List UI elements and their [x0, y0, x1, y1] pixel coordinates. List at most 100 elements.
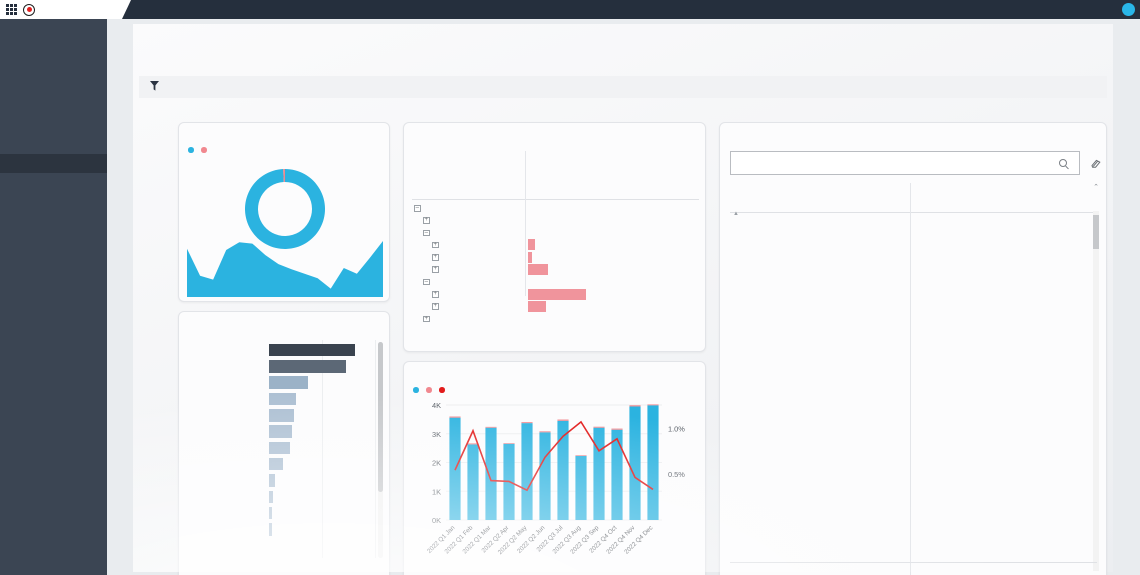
expand-icon[interactable]: + [432, 291, 439, 298]
filters-bar[interactable] [139, 76, 1107, 98]
value-change-row[interactable] [179, 342, 391, 358]
trend-bar-valid[interactable] [539, 432, 551, 520]
value-change-row[interactable] [179, 521, 391, 537]
collapse-icon[interactable]: – [423, 278, 430, 286]
table-row[interactable]: – [404, 227, 707, 239]
table-row[interactable]: – [404, 202, 707, 214]
inline-bar [528, 288, 586, 300]
value-change-bar[interactable] [269, 360, 346, 373]
table-row[interactable]: + [404, 214, 707, 226]
value-change-row[interactable] [179, 358, 391, 374]
value-change-bar[interactable] [269, 376, 309, 389]
trend-bar-invalidated[interactable] [557, 419, 569, 421]
expand-icon[interactable]: + [423, 217, 430, 224]
expand-icon[interactable]: + [432, 266, 439, 273]
sort-ascending-icon[interactable]: ▲ [733, 211, 739, 217]
divider [412, 199, 699, 200]
trend-line-pct-invalidated[interactable] [454, 420, 654, 492]
sidebar-item-process-duration-insights[interactable] [0, 115, 107, 134]
table-row[interactable]: + [404, 300, 707, 312]
value-change-row[interactable] [179, 456, 391, 472]
trend-bar-valid[interactable] [485, 427, 497, 520]
trend-bar-invalidated[interactable] [539, 431, 551, 433]
value-change-bar[interactable] [269, 474, 276, 487]
ftr-legend [188, 147, 209, 153]
trend-bar-invalidated[interactable] [593, 426, 605, 428]
value-change-bar[interactable] [269, 506, 272, 520]
value-change-bar[interactable] [269, 392, 296, 406]
y-tick-right: 0.5% [668, 470, 685, 479]
value-change-row[interactable] [179, 423, 391, 439]
value-change-row[interactable] [179, 440, 391, 456]
y-tick-left: 1K [432, 487, 441, 496]
trend-bar-invalidated[interactable] [629, 405, 641, 407]
sidebar-item-first-time-right[interactable] [0, 154, 107, 174]
sidebar-item-ap-process[interactable] [0, 77, 107, 96]
trend-bar-invalidated[interactable] [503, 443, 515, 444]
search-input[interactable] [731, 157, 1059, 169]
trend-bar-invalidated[interactable] [575, 455, 587, 456]
value-change-x-axis [269, 558, 375, 559]
value-change-bar[interactable] [269, 490, 273, 504]
sidebar-item-automation-insights[interactable] [0, 96, 107, 115]
magnifier-icon[interactable] [1059, 159, 1067, 167]
top-bar [0, 0, 1140, 19]
value-change-scrollbar[interactable] [378, 342, 383, 558]
value-change-bar[interactable] [269, 425, 292, 438]
scroll-up-icon[interactable]: ⌃ [1093, 183, 1099, 191]
value-change-row[interactable] [179, 505, 391, 521]
trend-bar-valid[interactable] [647, 405, 659, 520]
supplier-total-row [720, 564, 1108, 575]
expand-icon[interactable]: + [423, 315, 430, 323]
analytics-dashboard: – + – + + + – + + + 0K 1K 2K 3K 4K 1.0% 0.5% 2022 Q1 Jan… [0, 0, 1140, 575]
sidebar-item-process-task-handler[interactable] [0, 135, 107, 154]
value-change-bar[interactable] [269, 409, 295, 422]
trend-bar-valid[interactable] [575, 455, 587, 520]
grid-menu-icon[interactable] [6, 4, 17, 15]
trend-bar-valid[interactable] [593, 427, 605, 520]
inline-bar [528, 263, 548, 275]
table-row[interactable]: + [404, 313, 707, 325]
trend-bar-valid[interactable] [611, 429, 623, 520]
trend-bar-invalidated[interactable] [449, 416, 461, 418]
table-row[interactable]: + [404, 239, 707, 251]
value-change-row[interactable] [179, 472, 391, 488]
sidebar-item-overview[interactable] [0, 19, 107, 38]
sidebar-item-straight-through-processing[interactable] [0, 38, 107, 57]
supplier-scrollbar[interactable] [1093, 211, 1099, 571]
search-box[interactable] [730, 151, 1080, 175]
value-change-bar[interactable] [269, 441, 291, 455]
sidebar-item-cashflow[interactable] [0, 58, 107, 77]
trend-chart[interactable]: 0K1K2K3K4K1.0%0.5%2022 Q1 Jan2022 Q1 Feb… [404, 397, 707, 575]
table-row[interactable]: – [404, 276, 707, 288]
record-circle-logo [23, 3, 35, 16]
eraser-icon[interactable] [1090, 156, 1102, 168]
table-row[interactable]: + [404, 251, 707, 263]
value-change-row[interactable] [179, 489, 391, 505]
value-change-bar[interactable] [269, 343, 355, 357]
trend-bar-invalidated[interactable] [647, 404, 659, 406]
trend-bar-valid[interactable] [629, 406, 641, 520]
table-row[interactable]: + [404, 263, 707, 275]
value-change-bar[interactable] [269, 457, 283, 471]
sidebar-item-q-a[interactable] [0, 193, 107, 212]
trend-bar-valid[interactable] [521, 423, 533, 520]
trend-bar-invalidated[interactable] [611, 428, 623, 430]
expand-icon[interactable]: + [432, 303, 439, 310]
value-change-row[interactable] [179, 391, 391, 407]
trend-bar-invalidated[interactable] [485, 426, 497, 428]
table-row[interactable] [404, 325, 707, 337]
avatar[interactable] [1122, 3, 1135, 16]
sidebar-item-completed-user-tasks[interactable] [0, 173, 107, 192]
report-canvas: – + – + + + – + + + 0K 1K 2K 3K 4K 1.0% 0.5% 2022 Q1 Jan… [107, 19, 1140, 575]
collapse-icon[interactable]: – [423, 229, 430, 237]
value-change-bar[interactable] [269, 523, 272, 536]
expand-icon[interactable]: + [432, 254, 439, 261]
expand-icon[interactable]: + [432, 241, 439, 249]
collapse-icon[interactable]: – [414, 205, 421, 212]
table-row[interactable]: + [404, 288, 707, 300]
trend-bar-valid[interactable] [467, 444, 479, 520]
value-change-row[interactable] [179, 407, 391, 423]
value-change-row[interactable] [179, 375, 391, 391]
trend-bar-invalidated[interactable] [521, 422, 533, 424]
